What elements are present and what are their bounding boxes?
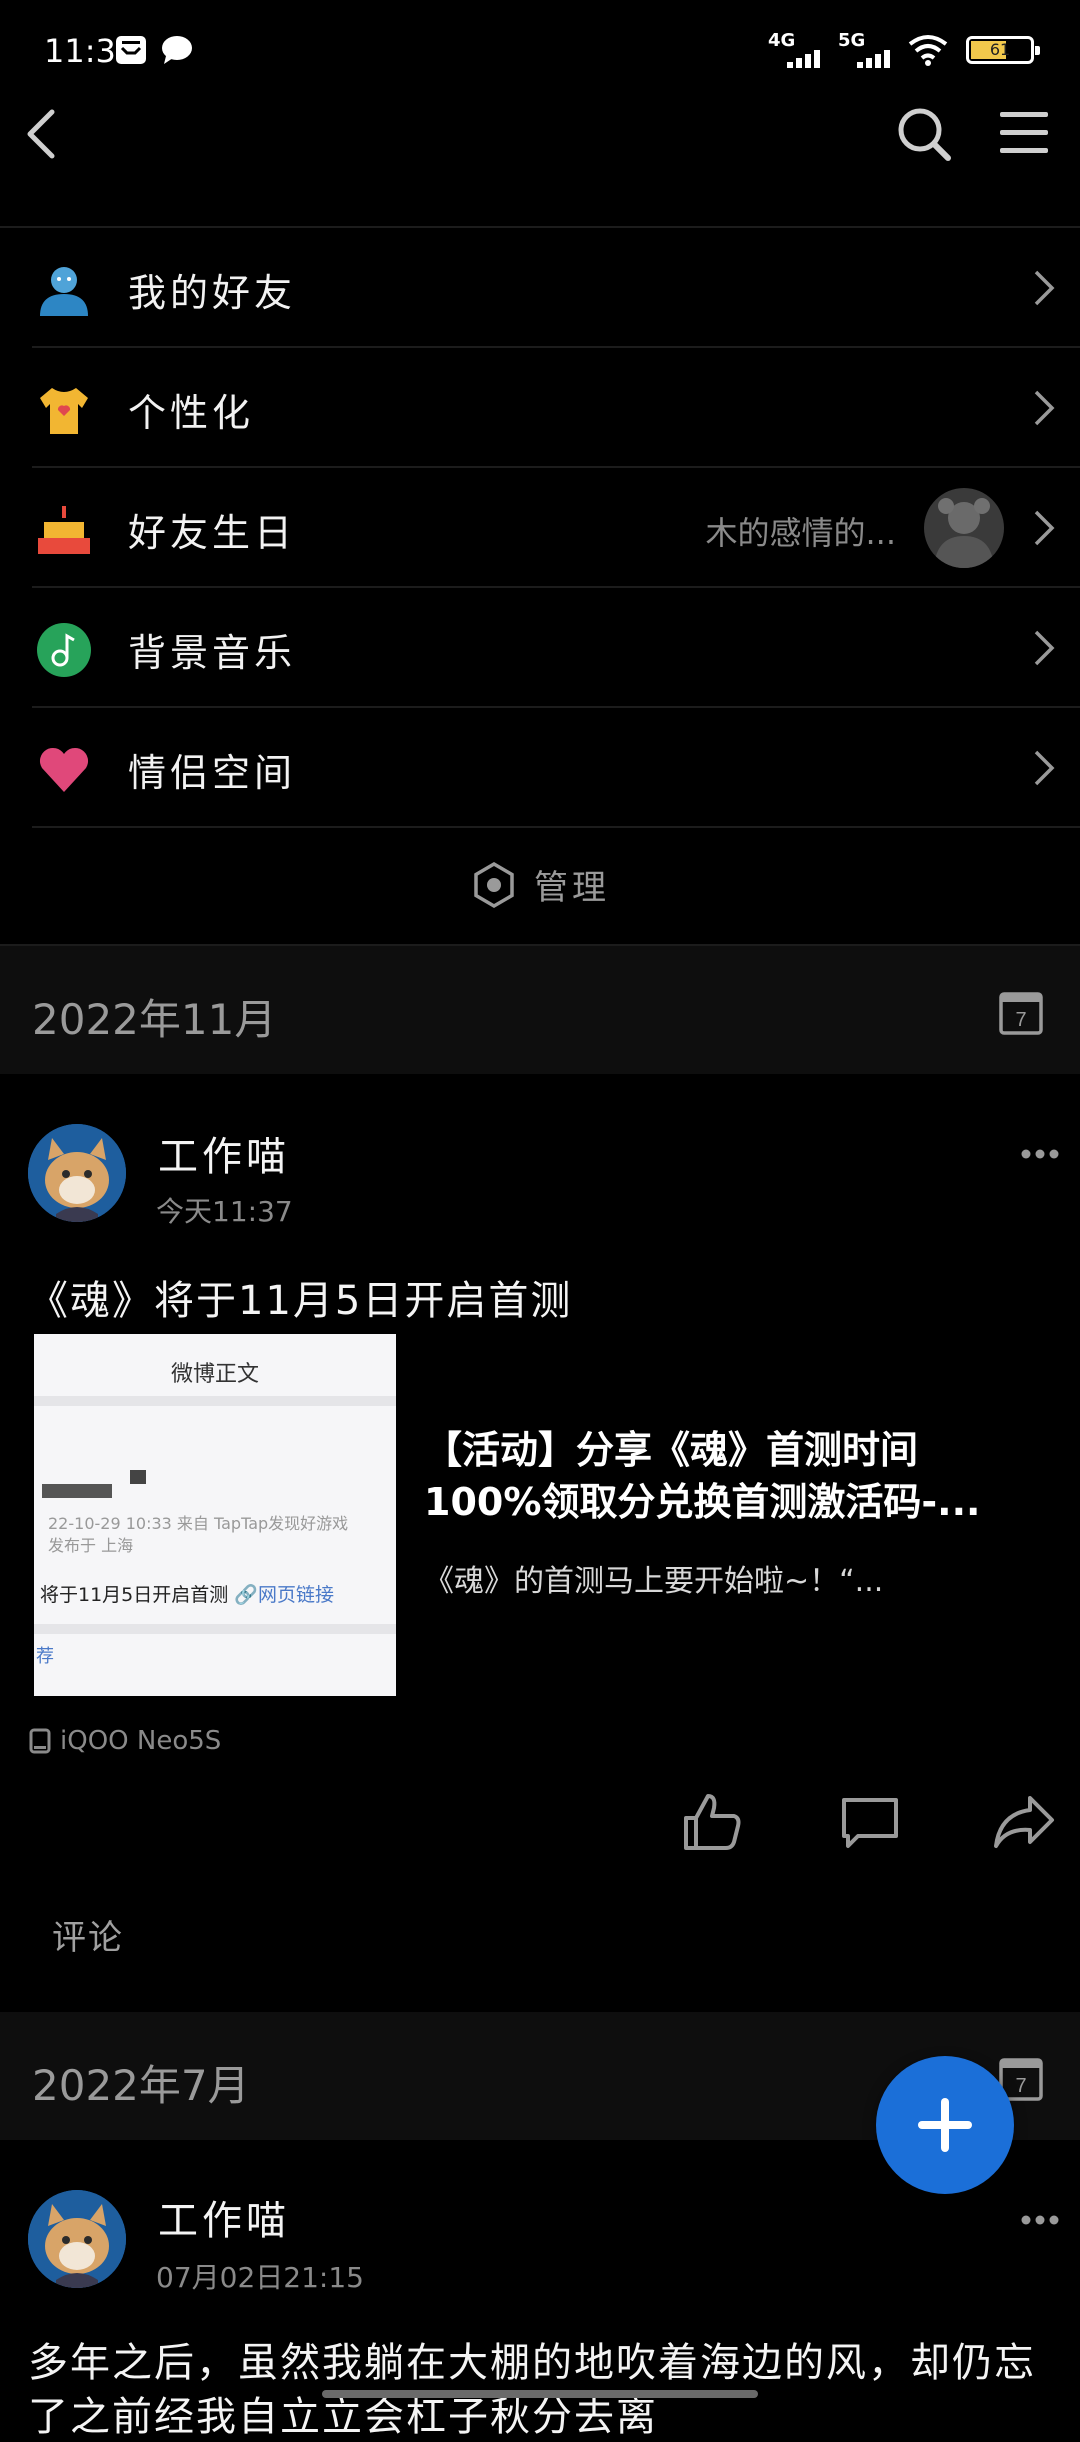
menu-item-label: 情侣空间 [128, 751, 297, 795]
chat-bubble-icon [162, 36, 192, 64]
svg-text:7: 7 [1015, 1009, 1026, 1031]
network-label-2: 5G [838, 30, 866, 51]
post-time: 今天11:37 [156, 1195, 293, 1228]
manage-row[interactable]: 管理 [0, 830, 1080, 946]
menu-item-label: 我的好友 [128, 271, 297, 315]
post-text: 多年之后，虽然我躺在大棚的地吹着海边的风，却仍忘 [28, 2340, 1036, 2386]
comment-icon[interactable] [838, 1790, 902, 1854]
menu-list: 我的好友 个性化 好友生日 木的感情的... 背景音乐 情侣空间 [0, 226, 1080, 828]
menu-item-label: 个性化 [128, 391, 255, 435]
phone-icon [29, 1728, 51, 1754]
chevron-right-icon [1034, 510, 1055, 546]
thumb-rec: 荐 [36, 1646, 54, 1667]
settings-hex-icon [474, 861, 514, 908]
menu-item-friends[interactable]: 我的好友 [32, 228, 1080, 348]
month-header: 2022年11月 7 [0, 946, 1080, 1074]
chevron-right-icon [1034, 390, 1055, 426]
back-button[interactable] [18, 100, 62, 168]
month-label: 2022年11月 [32, 995, 277, 1044]
post-time: 07月02日21:15 [156, 2261, 364, 2294]
status-indicators: 4G 5G 61 [768, 30, 1040, 70]
device-row: iQOO Neo5S [28, 1726, 221, 1756]
thumb-meta: 发布于 上海 [48, 1536, 134, 1555]
menu-item-personalize[interactable]: 个性化 [32, 348, 1080, 468]
chevron-right-icon [1034, 270, 1055, 306]
more-icon[interactable] [1020, 1148, 1060, 1160]
cake-icon [38, 506, 90, 554]
inbox-icon [116, 36, 146, 64]
svg-text:7: 7 [1015, 2075, 1026, 2097]
thumb-text: 将于11月5日开启首测 [40, 1584, 229, 1606]
friend-avatar [924, 488, 1004, 568]
tshirt-icon [40, 388, 88, 434]
menu-item-music[interactable]: 背景音乐 [32, 588, 1080, 708]
share-icon[interactable] [992, 1790, 1056, 1854]
shared-link-thumbnail[interactable]: 微博正文 22-10-29 10:33 来自 TapTap发现好游戏 发布于 上… [34, 1334, 396, 1696]
search-button[interactable] [896, 106, 952, 162]
thumb-meta: 22-10-29 10:33 来自 TapTap发现好游戏 [48, 1514, 349, 1533]
author-avatar[interactable] [28, 2190, 126, 2288]
battery-text: 61 [989, 40, 1011, 59]
menu-item-birthday[interactable]: 好友生日 木的感情的... [32, 468, 1080, 588]
person-icon [40, 267, 88, 316]
post-author[interactable]: 工作喵 [158, 2188, 290, 2246]
signal-4g-icon: 4G [768, 30, 820, 70]
heart-icon [39, 747, 89, 792]
status-bar: 11:37 4G 5G 61 [0, 0, 1080, 100]
birthday-friend-name: 木的感情的... [705, 514, 896, 552]
chevron-right-icon [1034, 750, 1055, 786]
device-label: iQOO Neo5S [60, 1726, 222, 1756]
calendar-icon[interactable]: 7 [998, 988, 1044, 1036]
home-indicator[interactable] [322, 2390, 758, 2398]
shared-link-desc: 《魂》的首测马上要开始啦~！“... [424, 1564, 884, 1599]
add-post-button[interactable] [876, 2056, 1014, 2194]
comment-prompt[interactable]: 评论 [52, 1910, 124, 1959]
wifi-icon [908, 35, 948, 66]
like-icon[interactable] [680, 1790, 744, 1854]
chevron-right-icon [1034, 630, 1055, 666]
signal-5g-icon: 5G [838, 30, 890, 70]
post-author[interactable]: 工作喵 [158, 1124, 290, 1182]
thumb-link: 🔗网页链接 [234, 1584, 334, 1606]
battery-icon: 61 [966, 36, 1040, 64]
more-icon[interactable] [1020, 2214, 1060, 2226]
thumb-title: 微博正文 [170, 1362, 259, 1387]
post-text: 《魂》将于11月5日开启首测 [28, 1278, 573, 1324]
menu-item-couple-space[interactable]: 情侣空间 [32, 708, 1080, 828]
shared-link-title[interactable]: 【活动】分享《魂》首测时间100%领取分兑换首测激活码-... [424, 1424, 1024, 1528]
menu-item-label: 好友生日 [128, 511, 297, 555]
menu-item-label: 背景音乐 [128, 631, 297, 675]
menu-button[interactable] [998, 108, 1050, 158]
month-label: 2022年7月 [32, 2061, 250, 2110]
manage-label: 管理 [534, 868, 610, 908]
music-note-icon [37, 623, 91, 677]
author-avatar[interactable] [28, 1124, 126, 1222]
network-label-1: 4G [768, 30, 796, 51]
